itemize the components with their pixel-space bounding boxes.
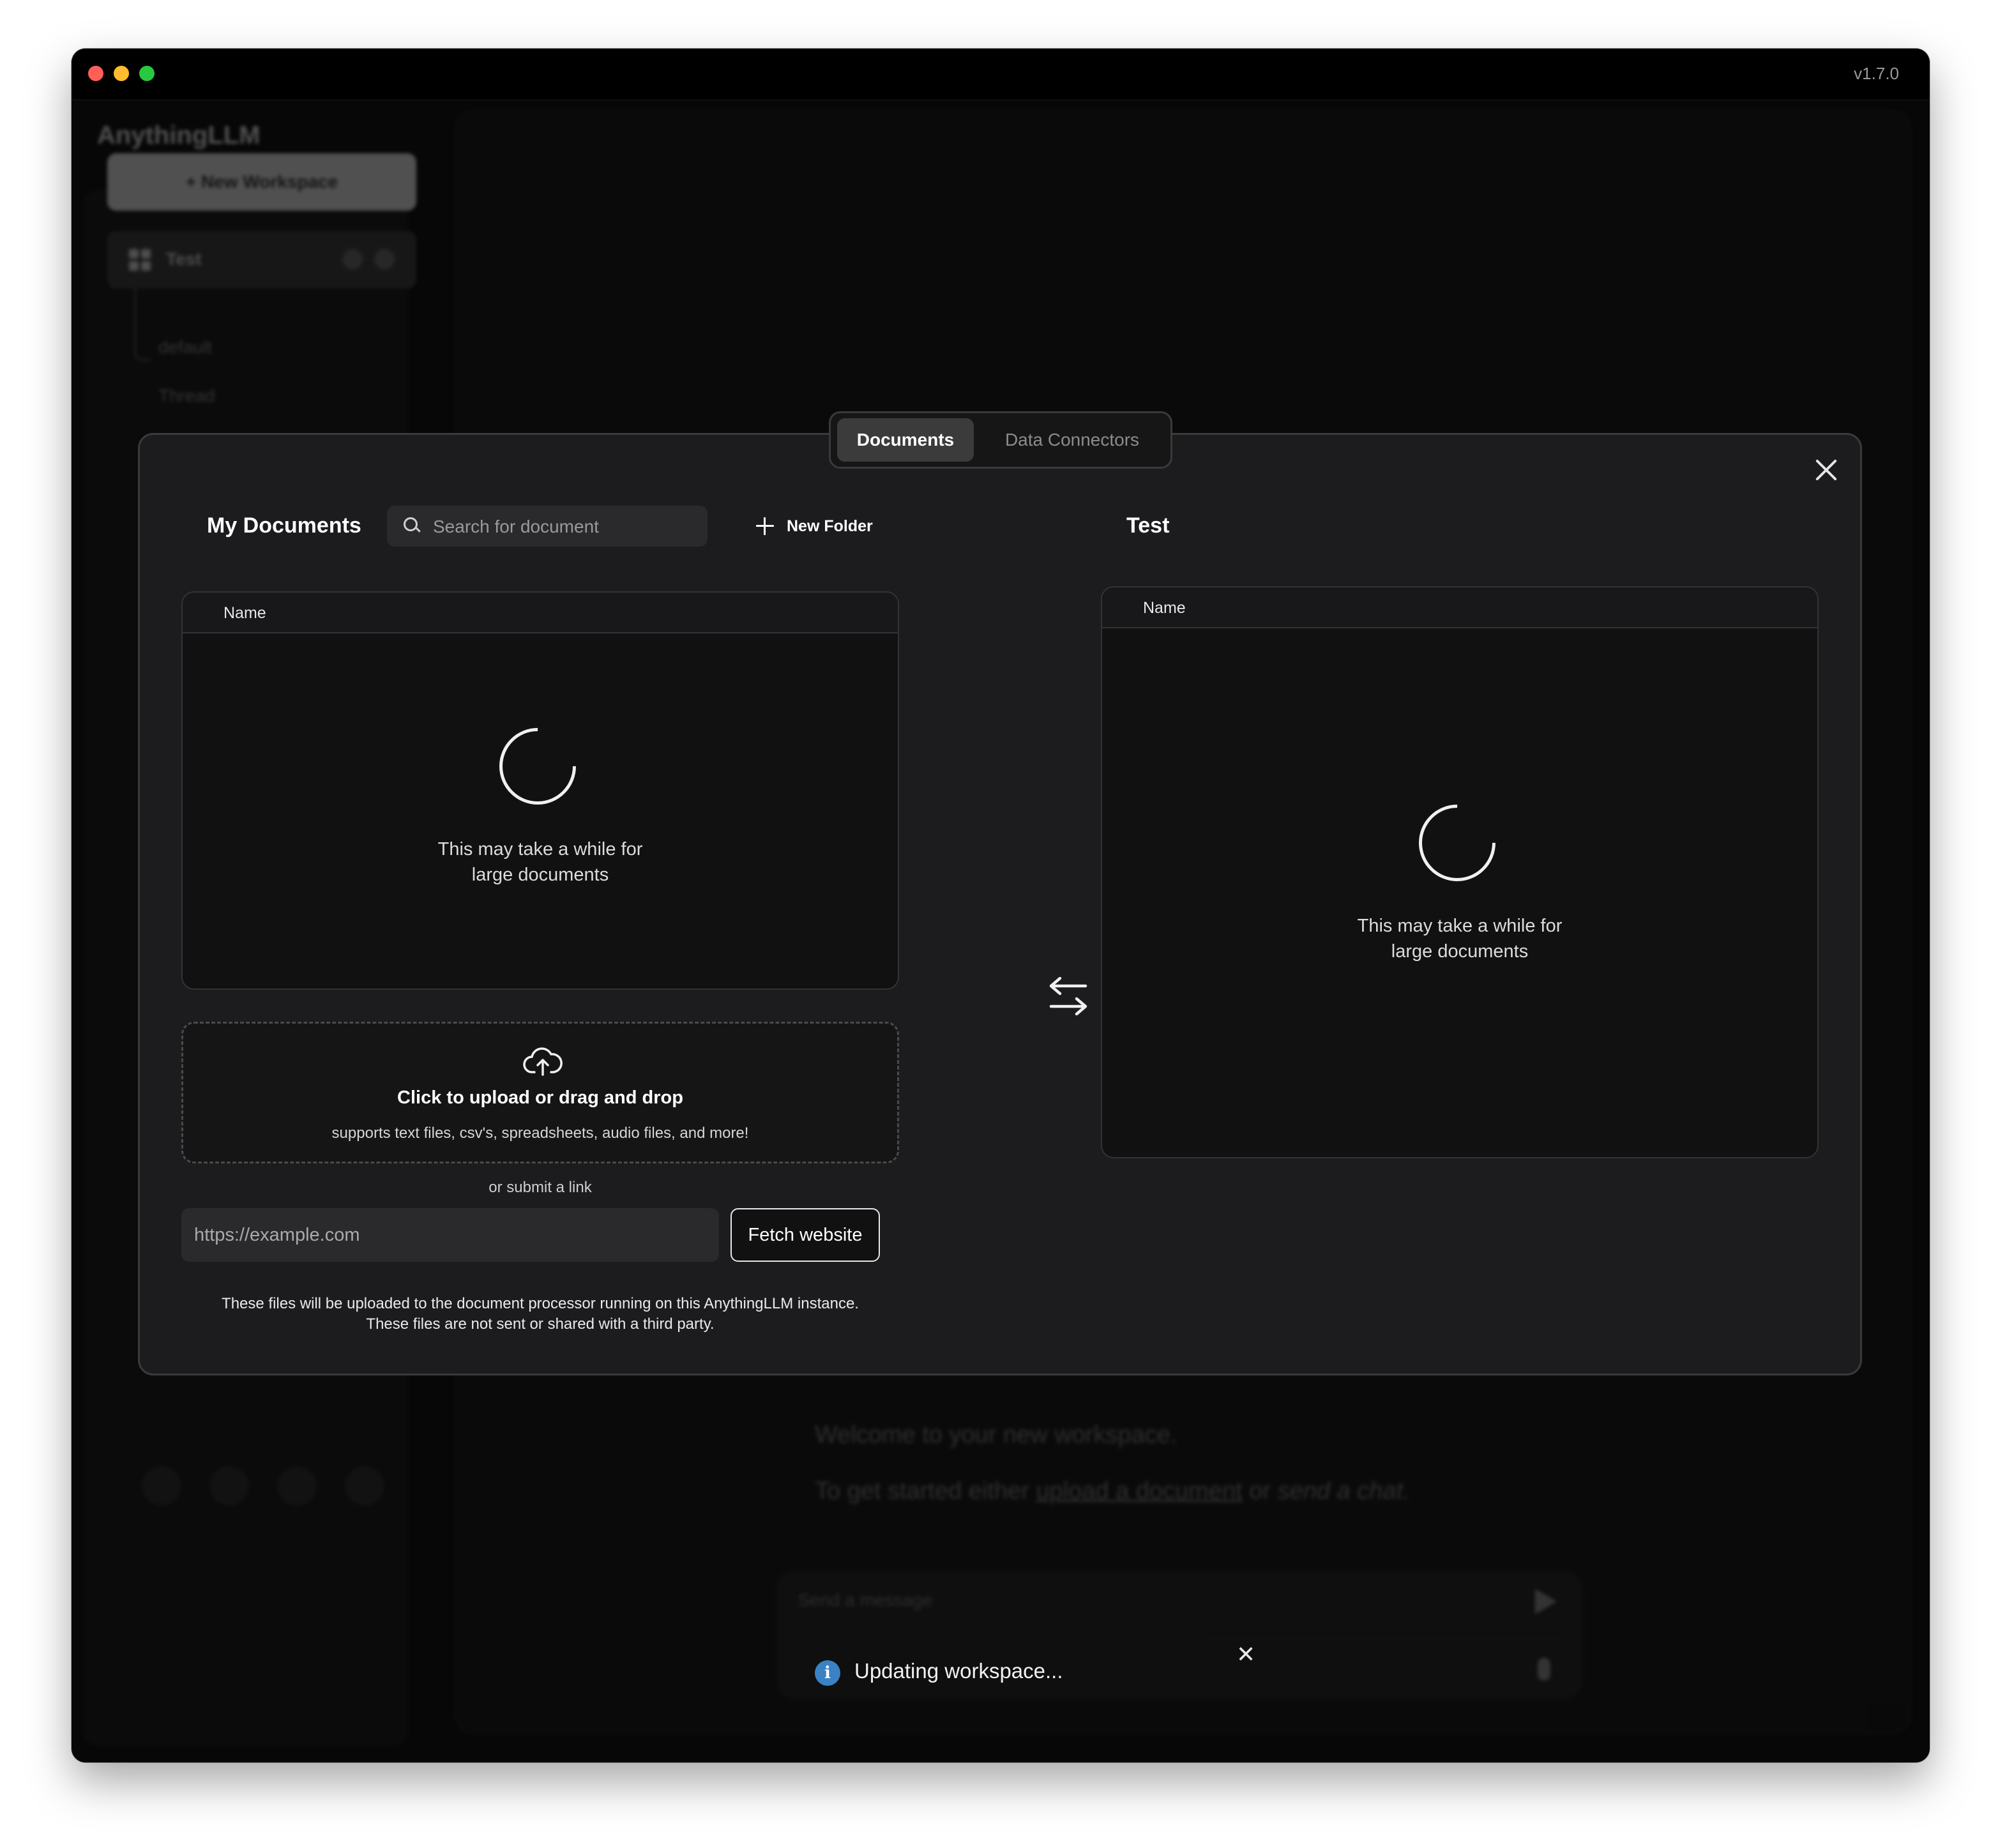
fetch-website-button[interactable]: Fetch website (731, 1208, 880, 1262)
search-input[interactable] (432, 506, 702, 548)
new-folder-button[interactable]: New Folder (756, 508, 873, 544)
upload-subtitle: supports text files, csv's, spreadsheets… (331, 1125, 749, 1142)
swap-arrows-icon (1049, 977, 1087, 1015)
privacy-notice-line-1: These files will be uploaded to the docu… (222, 1295, 859, 1312)
new-folder-label: New Folder (787, 517, 873, 535)
my-documents-table: Name This may take a while for large doc… (181, 591, 899, 990)
toast-close-icon[interactable]: ✕ (1236, 1641, 1255, 1668)
privacy-notice-line-2: These files are not sent or shared with … (366, 1315, 715, 1333)
info-icon: i (815, 1660, 840, 1686)
workspace-documents-table: Name This may take a while for large doc… (1101, 586, 1819, 1158)
or-submit-link-label: or submit a link (488, 1179, 592, 1196)
loading-line-1: This may take a while for (437, 839, 643, 860)
close-icon[interactable] (1813, 457, 1839, 483)
app-version: v1.7.0 (1854, 64, 1899, 83)
minimize-window-button[interactable] (114, 66, 129, 81)
upload-dropzone[interactable]: Click to upload or drag and drop support… (181, 1022, 899, 1163)
loading-message: This may take a while for large document… (183, 837, 898, 888)
title-bar: v1.7.0 (72, 49, 1930, 100)
upload-title: Click to upload or drag and drop (397, 1087, 683, 1108)
document-search[interactable] (387, 506, 708, 548)
search-icon (404, 517, 418, 531)
loading-message: This may take a while for large document… (1102, 913, 1817, 964)
url-input[interactable] (181, 1208, 719, 1262)
spinner-icon (1403, 789, 1511, 897)
tab-documents[interactable]: Documents (837, 418, 974, 462)
maximize-window-button[interactable] (139, 66, 155, 81)
tab-data-connectors[interactable]: Data Connectors (981, 418, 1163, 462)
app-window: v1.7.0 AnythingLLM + New Workspace Test … (72, 49, 1930, 1762)
loading-line-2: large documents (471, 865, 609, 885)
loading-line-1: This may take a while for (1357, 916, 1563, 936)
my-documents-title: My Documents (207, 513, 361, 538)
plus-icon (756, 517, 774, 535)
modal-tabs: Documents Data Connectors (829, 411, 1172, 469)
name-column-header: Name (183, 593, 898, 633)
toast-notification: i Updating workspace... ✕ (776, 1637, 1255, 1708)
loading-line-2: large documents (1391, 941, 1529, 962)
name-column-header: Name (1102, 587, 1817, 628)
cloud-upload-icon (523, 1047, 563, 1076)
workspace-title: Test (1126, 513, 1170, 538)
spinner-icon (483, 712, 592, 821)
close-window-button[interactable] (88, 66, 103, 81)
toast-message: Updating workspace... (854, 1659, 1063, 1683)
